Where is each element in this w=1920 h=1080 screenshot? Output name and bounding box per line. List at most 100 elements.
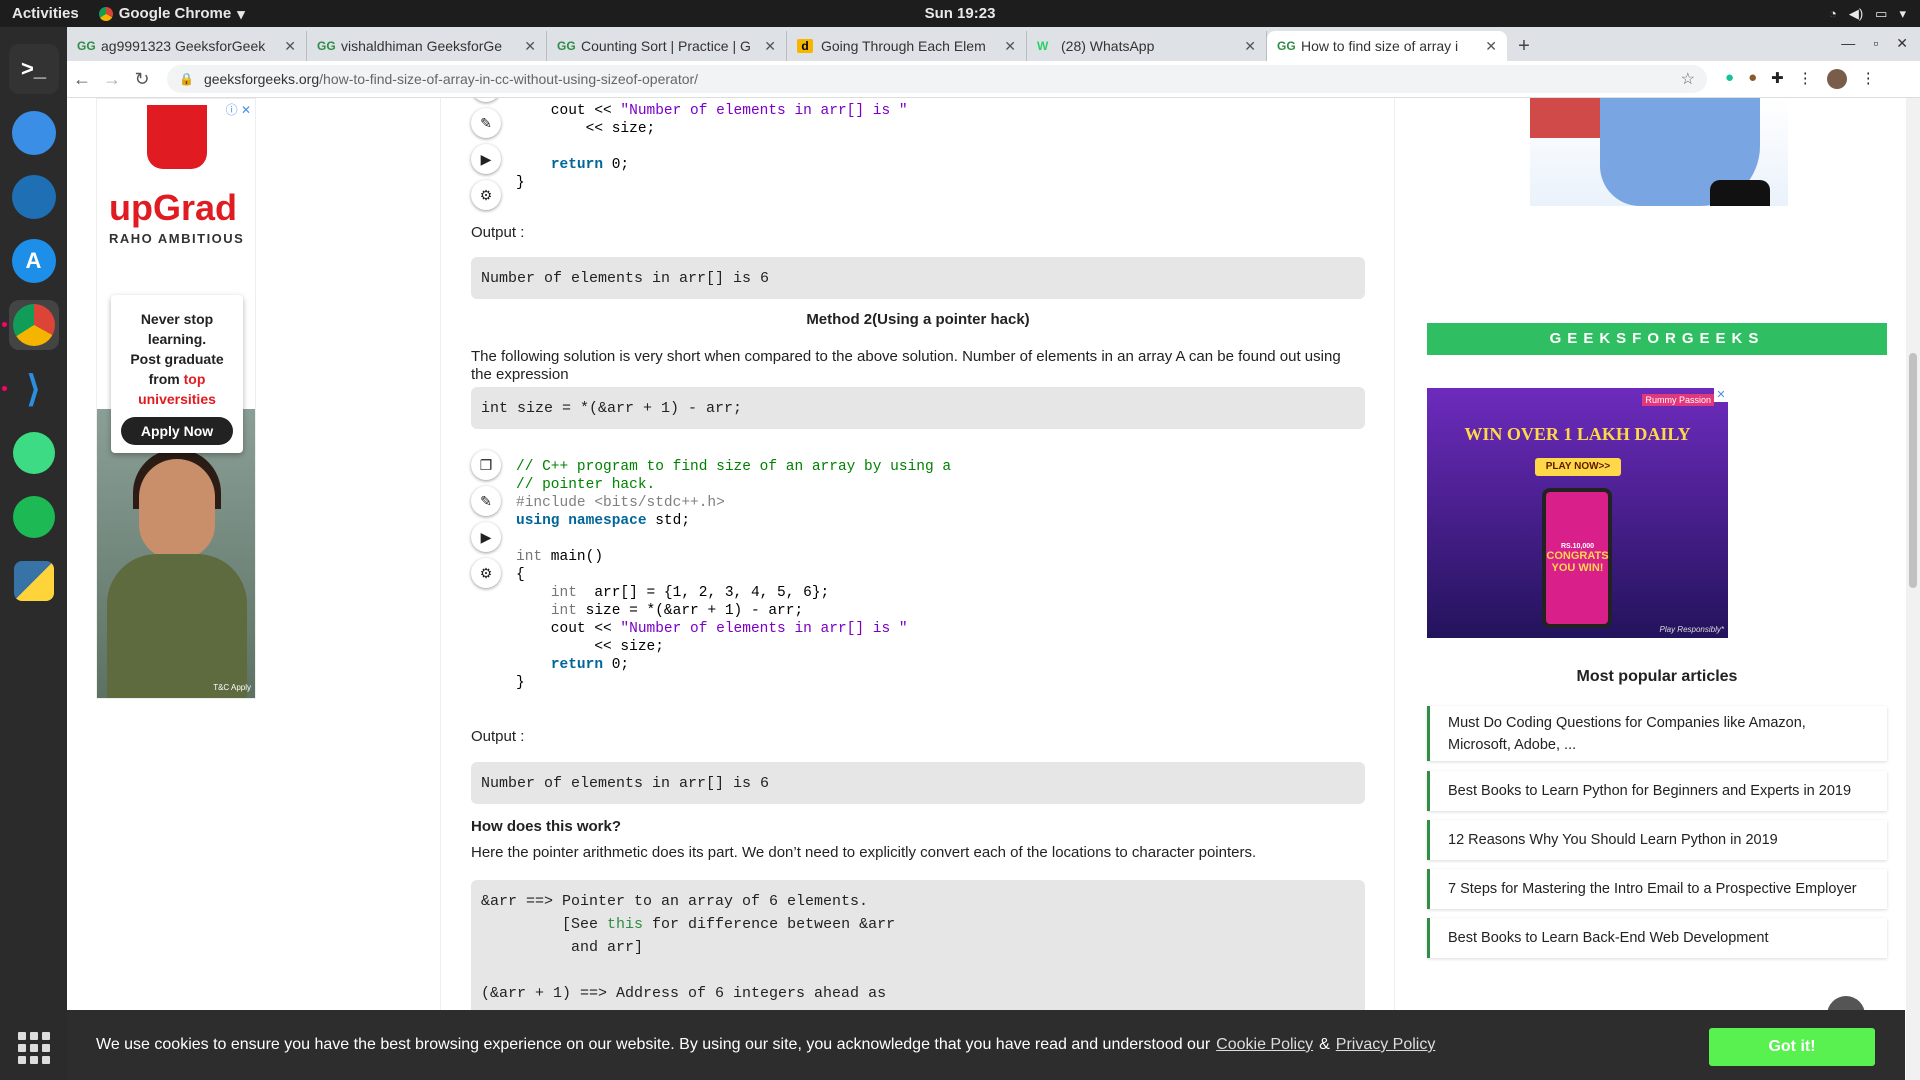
close-icon[interactable]: ✕	[524, 38, 536, 55]
code-line: main()	[542, 549, 604, 565]
writer-icon[interactable]	[9, 172, 59, 222]
forward-icon[interactable]: →	[97, 69, 127, 90]
scrollbar[interactable]	[1906, 98, 1920, 1080]
show-apps-icon[interactable]	[18, 1032, 50, 1064]
ad-tagline: RAHO AMBITIOUS	[109, 231, 245, 246]
tab-title: Counting Sort | Practice | G	[581, 38, 751, 54]
reload-icon[interactable]: ↻	[127, 69, 157, 90]
code-comment: // C++ program to find size of an array …	[516, 459, 952, 475]
back-icon[interactable]: ←	[67, 69, 97, 90]
menu-icon[interactable]: ⋮	[1861, 69, 1876, 89]
popular-article-link[interactable]: 12 Reasons Why You Should Learn Python i…	[1427, 820, 1887, 860]
article-main: ❐ ✎ ▶ ⚙ cout << "Number of elements in a…	[440, 98, 1395, 1080]
explain-line: &arr ==> Pointer to an array of 6 elemen…	[481, 893, 869, 910]
bookmark-star-icon[interactable]: ☆	[1681, 69, 1695, 89]
scrollbar-thumb[interactable]	[1909, 353, 1917, 588]
ad-headline: WIN OVER 1 LAKH DAILY	[1464, 424, 1691, 444]
avatar[interactable]	[1826, 69, 1847, 89]
extensions: ● ● ✚ ⋮ ⋮	[1725, 69, 1876, 89]
tab-title: Going Through Each Elem	[821, 38, 986, 54]
tab-6-active[interactable]: GG How to find size of array i ✕	[1267, 31, 1507, 61]
python-icon[interactable]	[9, 556, 59, 606]
chrome-icon	[98, 6, 113, 21]
terminal-icon[interactable]: >_	[8, 44, 59, 94]
popular-article-link[interactable]: Best Books to Learn Python for Beginners…	[1427, 771, 1887, 811]
spotify-icon[interactable]	[9, 492, 59, 542]
tab-strip: GG ag9991323 GeeksforGeek ✕ GG vishaldhiman…	[67, 27, 1920, 61]
copy-icon[interactable]: ❐	[471, 450, 501, 480]
ad-tc: T&C Apply	[213, 683, 251, 692]
close-icon[interactable]: ✕	[1485, 38, 1497, 55]
close-icon[interactable]: ✕	[764, 38, 776, 55]
url-field[interactable]: 🔒 geeksforgeeks.org/how-to-find-size-of-…	[167, 65, 1707, 93]
finder-icon[interactable]	[9, 108, 59, 158]
code-type: int	[550, 603, 577, 619]
minimize-icon[interactable]: —	[1841, 35, 1855, 52]
extension-icon[interactable]: ✚	[1771, 69, 1784, 89]
tab-2[interactable]: GG vishaldhiman GeeksforGe ✕	[307, 31, 547, 61]
ad-line: from top	[111, 369, 243, 389]
gfg-banner[interactable]: GEEKSFORGEEKS	[1427, 323, 1887, 355]
explain-line: and arr]	[481, 939, 644, 956]
explain-line: [See	[481, 916, 608, 933]
app-menu[interactable]: Google Chrome ▾	[98, 5, 245, 23]
got-it-button[interactable]: Got it!	[1709, 1028, 1875, 1066]
web-page: ⓘ ✕ upGrad RAHO AMBITIOUS Never stop lea…	[67, 98, 1920, 1080]
cookie-extension-icon[interactable]: ●	[1748, 69, 1757, 89]
left-ad-upgrad[interactable]: ⓘ ✕ upGrad RAHO AMBITIOUS Never stop lea…	[96, 98, 256, 699]
ad-close-icon[interactable]: ✕	[1714, 388, 1728, 402]
popular-article-link[interactable]: 7 Steps for Mastering the Intro Email to…	[1427, 869, 1887, 909]
clock[interactable]: Sun 19:23	[925, 5, 996, 22]
vscode-icon[interactable]: ⟩	[1, 364, 59, 414]
tab-title: ag9991323 GeeksforGeek	[101, 38, 266, 54]
gfg-favicon-icon: GG	[317, 39, 336, 53]
popular-article-link[interactable]: Best Books to Learn Back-End Web Develop…	[1427, 918, 1887, 958]
code-string: "Number of elements in arr[] is "	[620, 621, 908, 637]
tab-1[interactable]: GG ag9991323 GeeksforGeek ✕	[67, 31, 307, 61]
ad-brand: upGrad	[109, 187, 238, 228]
settings-icon[interactable]: ⚙	[471, 558, 501, 588]
code-comment: // pointer hack.	[516, 477, 656, 493]
ad-close-icon[interactable]: ⓘ ✕	[226, 101, 251, 118]
right-ad-rummy[interactable]: ✕ Rummy Passion WIN OVER 1 LAKH DAILY PL…	[1427, 388, 1728, 638]
edit-icon[interactable]: ✎	[471, 486, 501, 516]
tab-5[interactable]: W (28) WhatsApp ✕	[1027, 31, 1267, 61]
copy-icon[interactable]: ❐	[471, 98, 501, 102]
apply-now-button[interactable]: Apply Now	[121, 417, 233, 445]
play-now-button[interactable]: PLAY NOW>>	[1535, 458, 1621, 476]
window-controls: — ▫ ✕	[1829, 27, 1920, 60]
tab-3[interactable]: GG Counting Sort | Practice | G ✕	[547, 31, 787, 61]
close-icon[interactable]: ✕	[284, 38, 296, 55]
edit-icon[interactable]: ✎	[471, 108, 501, 138]
settings-icon[interactable]: ⚙	[471, 180, 501, 210]
system-tray[interactable]: ◔ ◀) ▭ ▾	[1829, 6, 1906, 22]
close-icon[interactable]: ✕	[1244, 38, 1256, 55]
popular-article-link[interactable]: Must Do Coding Questions for Companies l…	[1427, 706, 1887, 761]
chrome-dock-icon[interactable]	[1, 300, 59, 350]
ad-card: Never stop learning. Post graduate from …	[111, 295, 243, 453]
ad-line: universities	[138, 391, 216, 407]
close-window-icon[interactable]: ✕	[1896, 35, 1908, 52]
address-bar-row: ← → ↻ 🔒 geeksforgeeks.org/how-to-find-si…	[67, 61, 1920, 98]
new-tab-button[interactable]: +	[1507, 31, 1541, 61]
maximize-icon[interactable]: ▫	[1873, 35, 1878, 52]
battery-icon: ▭	[1875, 5, 1888, 21]
run-icon[interactable]: ▶	[471, 522, 501, 552]
run-icon[interactable]: ▶	[471, 144, 501, 174]
tab-4[interactable]: d Going Through Each Elem ✕	[787, 31, 1027, 61]
grammarly-icon[interactable]: ●	[1725, 69, 1734, 89]
right-sidebar: GEEKSFORGEEKS ✕ Rummy Passion WIN OVER 1…	[1427, 98, 1887, 1080]
close-icon[interactable]: ✕	[1004, 38, 1016, 55]
code-line: cout <<	[516, 621, 621, 637]
ad-line: learning.	[147, 331, 207, 347]
cookie-policy-link[interactable]: Cookie Policy	[1216, 1036, 1313, 1054]
more-icon[interactable]: ⋮	[1798, 69, 1813, 89]
privacy-policy-link[interactable]: Privacy Policy	[1336, 1036, 1436, 1054]
gfg-favicon-icon: GG	[1277, 39, 1296, 53]
this-link[interactable]: this	[607, 916, 643, 933]
code-line: }	[516, 175, 525, 191]
android-studio-icon[interactable]	[9, 428, 59, 478]
appstore-icon[interactable]: A	[9, 236, 59, 286]
activities-button[interactable]: Activities	[12, 5, 79, 22]
output-text: Number of elements in arr[] is 6	[481, 269, 770, 287]
